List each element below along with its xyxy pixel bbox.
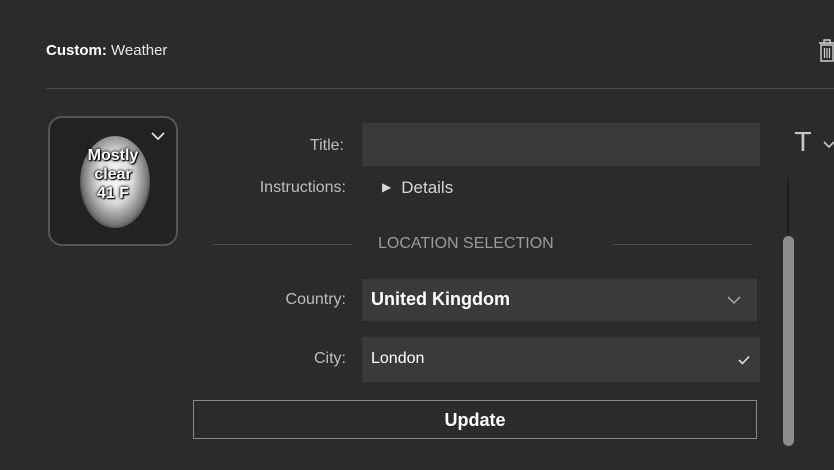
action-icon-preview[interactable]: Mostly clear 41 F xyxy=(48,116,178,246)
location-section-title: LOCATION SELECTION xyxy=(378,235,554,252)
header-prefix: Custom: xyxy=(46,42,107,59)
country-value: United Kingdom xyxy=(371,289,510,309)
country-select[interactable]: United Kingdom xyxy=(362,279,757,321)
country-label: Country: xyxy=(285,291,346,308)
update-button[interactable]: Update xyxy=(193,400,757,439)
instructions-label: Instructions: xyxy=(259,179,346,196)
header-divider xyxy=(46,88,834,89)
weather-action-panel: Custom: Weather Mostly clear 41 F Title:… xyxy=(0,0,834,470)
section-divider-left xyxy=(212,244,352,245)
trash-icon[interactable] xyxy=(816,36,834,64)
panel-header: Custom: Weather xyxy=(46,42,167,59)
header-action-name: Weather xyxy=(111,42,168,59)
scrollbar-thumb[interactable] xyxy=(783,236,794,446)
title-input[interactable] xyxy=(362,123,760,166)
chevron-down-icon[interactable] xyxy=(150,130,166,142)
city-value: London xyxy=(371,350,425,367)
text-format-icon[interactable]: T xyxy=(795,128,811,158)
preview-line-1: Mostly xyxy=(87,147,139,164)
details-label: Details xyxy=(401,178,454,197)
chevron-down-icon[interactable] xyxy=(822,140,834,150)
disclosure-triangle-icon: ▶ xyxy=(382,180,392,194)
preview-title: Mostly clear 41 F xyxy=(50,146,176,203)
preview-line-3: 41 F xyxy=(96,185,129,202)
city-select[interactable]: London xyxy=(362,337,760,382)
chevron-down-icon xyxy=(727,296,741,305)
scrollbar-track xyxy=(787,178,789,238)
scrollbar[interactable] xyxy=(782,178,794,446)
check-icon xyxy=(738,355,750,365)
title-label: Title: xyxy=(309,137,344,154)
section-divider-right xyxy=(612,244,752,245)
instructions-details-toggle[interactable]: ▶ Details xyxy=(382,178,453,198)
city-label: City: xyxy=(314,350,346,367)
preview-line-2: clear xyxy=(94,166,132,183)
